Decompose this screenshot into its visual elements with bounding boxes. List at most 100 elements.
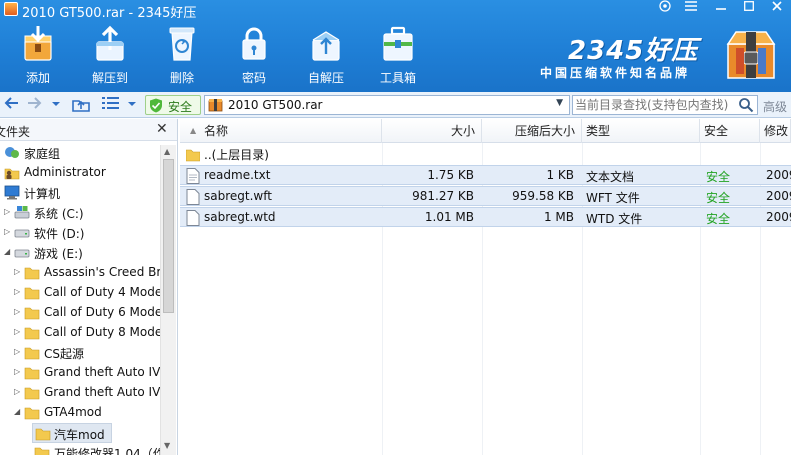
file-packed-size: 1 MB (543, 210, 574, 224)
add-icon (24, 26, 52, 61)
main-menu-icon[interactable] (680, 0, 702, 16)
tree-item-folder[interactable]: 万能修改器1.04（作 (0, 443, 165, 455)
expand-arrow-icon[interactable]: ▷ (4, 227, 12, 237)
tree-scrollbar[interactable]: ▲ ▼ (160, 145, 176, 455)
collapse-arrow-icon[interactable]: ◢ (4, 247, 12, 257)
tree-item-folder[interactable]: ▷ Grand theft Auto IV (0, 363, 160, 383)
tree-item-gta4mod[interactable]: ◢ GTA4mod (0, 403, 158, 423)
expand-arrow-icon[interactable]: ▷ (14, 367, 22, 377)
folder-icon (24, 307, 40, 320)
file-list-panel: ▲ 名称 大小 压缩后大小 类型 安全 修改 ..(上层目录) readme.t… (180, 119, 791, 455)
tree-item-drive-e[interactable]: ◢ 游戏 (E:) (0, 243, 158, 263)
file-security-status: 安全 (706, 170, 731, 184)
tree-item-computer[interactable]: 计算机 (0, 183, 158, 203)
collapse-arrow-icon[interactable]: ◢ (14, 407, 22, 417)
column-header-type[interactable]: 类型 (582, 119, 700, 143)
file-row[interactable]: readme.txt 1.75 KB 1 KB 文本文档 安全 2009 (180, 165, 791, 185)
tree-item-drive-d[interactable]: ▷ 软件 (D:) (0, 223, 158, 243)
app-header: 2010 GT500.rar - 2345好压 添加 解压到 删除 密码 自解压… (0, 0, 791, 92)
minimize-icon[interactable] (710, 0, 732, 16)
file-packed-size: 959.58 KB (512, 189, 574, 203)
archive-path-field[interactable]: 2010 GT500.rar ▼ (204, 95, 570, 115)
maximize-icon[interactable] (738, 0, 760, 16)
close-tree-icon[interactable]: ✕ (156, 121, 168, 137)
skin-icon[interactable] (654, 0, 676, 16)
tree-item-folder[interactable]: ▷ Call of Duty 8 Mode (0, 323, 162, 343)
file-type: WFT 文件 (586, 191, 640, 205)
expand-arrow-icon[interactable]: ▷ (14, 347, 22, 357)
file-row[interactable]: sabregt.wtd 1.01 MB 1 MB WTD 文件 安全 2009 (180, 207, 791, 227)
file-name: sabregt.wft (204, 189, 272, 203)
folder-open-icon (35, 428, 51, 441)
file-row[interactable]: sabregt.wft 981.27 KB 959.58 KB WFT 文件 安… (180, 186, 791, 206)
advanced-search-link[interactable]: 高级 (763, 98, 787, 115)
scroll-down-arrow-icon[interactable]: ▼ (164, 441, 170, 450)
search-input[interactable] (575, 97, 733, 113)
file-type: WTD 文件 (586, 212, 643, 226)
toolbox-label: 工具箱 (379, 71, 416, 85)
expand-arrow-icon[interactable]: ▷ (14, 267, 22, 277)
add-button[interactable]: 添加 (10, 24, 66, 88)
tree-item-car-mod-selected[interactable]: 汽车mod (32, 423, 112, 443)
file-size: 1.75 KB (427, 168, 474, 182)
column-header-security[interactable]: 安全 (700, 119, 760, 143)
file-packed-size: 1 KB (546, 168, 574, 182)
view-mode-icon[interactable] (100, 96, 122, 114)
expand-arrow-icon[interactable]: ▷ (14, 387, 22, 397)
toolbox-button[interactable]: 工具箱 (370, 24, 426, 88)
expand-arrow-icon[interactable]: ▷ (14, 327, 22, 337)
self-extract-button[interactable]: 自解压 (298, 24, 354, 88)
expand-arrow-icon[interactable]: ▷ (14, 307, 22, 317)
view-mode-dropdown-icon[interactable] (126, 96, 138, 114)
column-header-size[interactable]: 大小 (382, 119, 482, 143)
history-dropdown-icon[interactable] (50, 96, 62, 114)
brand-archive-box-icon (726, 31, 776, 79)
file-icon (186, 210, 200, 226)
folder-icon (34, 447, 50, 455)
tree-item-folder[interactable]: ▷ Grand theft Auto IV (0, 383, 160, 403)
search-icon[interactable] (738, 97, 754, 113)
column-header-name[interactable]: 名称 (200, 119, 382, 143)
password-button[interactable]: 密码 (226, 24, 282, 88)
parent-folder-icon (186, 149, 200, 162)
expand-arrow-icon[interactable]: ▷ (4, 207, 12, 217)
scroll-up-arrow-icon[interactable]: ▲ (164, 147, 170, 156)
tree-item-homegroup[interactable]: 家庭组 (0, 143, 158, 163)
expand-arrow-icon[interactable]: ▷ (14, 287, 22, 297)
folder-icon (24, 347, 40, 360)
folder-icon (24, 387, 40, 400)
file-name: readme.txt (204, 168, 271, 182)
title-bar: 2010 GT500.rar - 2345好压 (0, 0, 791, 21)
tree-item-administrator[interactable]: Administrator (0, 163, 158, 183)
security-status-button[interactable]: 安全 (145, 95, 201, 115)
tree-item-folder[interactable]: ▷ Call of Duty 4 Mode (0, 283, 162, 303)
shield-check-icon (150, 98, 162, 113)
drive-icon (14, 229, 30, 238)
column-header-packed-size[interactable]: 压缩后大小 (482, 119, 582, 143)
close-icon[interactable] (766, 0, 788, 16)
path-dropdown-icon[interactable]: ▼ (556, 98, 563, 108)
up-folder-icon[interactable] (70, 96, 92, 114)
file-type: 文本文档 (586, 170, 635, 184)
folder-tree-title: 文件夹 (0, 125, 31, 139)
tree-item-folder[interactable]: ▷ Call of Duty 6 Mode (0, 303, 162, 323)
file-row-parent[interactable]: ..(上层目录) (180, 144, 791, 164)
tree-item-folder[interactable]: ▷ Assassin's Creed Br (0, 263, 161, 283)
tree-item-folder[interactable]: ▷ CS起源 (0, 343, 158, 363)
scrollbar-thumb[interactable] (163, 159, 174, 313)
folder-tree-panel: 文件夹 ✕ 家庭组 Administrator 计算机 ▷ 系统 (C:) (0, 119, 178, 455)
column-header-modified[interactable]: 修改 (760, 119, 791, 143)
forward-arrow-icon[interactable] (26, 96, 44, 114)
user-folder-icon (4, 168, 20, 180)
archive-file-icon (208, 99, 223, 112)
system-drive-icon (14, 206, 30, 219)
tree-item-drive-c[interactable]: ▷ 系统 (C:) (0, 203, 158, 223)
extract-to-button[interactable]: 解压到 (82, 24, 138, 88)
delete-button[interactable]: 删除 (154, 24, 210, 88)
back-arrow-icon[interactable] (2, 96, 20, 114)
search-field[interactable] (572, 95, 758, 115)
self-extract-icon (312, 31, 340, 61)
brand-logo: 2345好压 (568, 36, 699, 66)
extract-to-label: 解压到 (91, 71, 128, 85)
navigation-bar: 安全 2010 GT500.rar ▼ 高级 (0, 92, 791, 118)
